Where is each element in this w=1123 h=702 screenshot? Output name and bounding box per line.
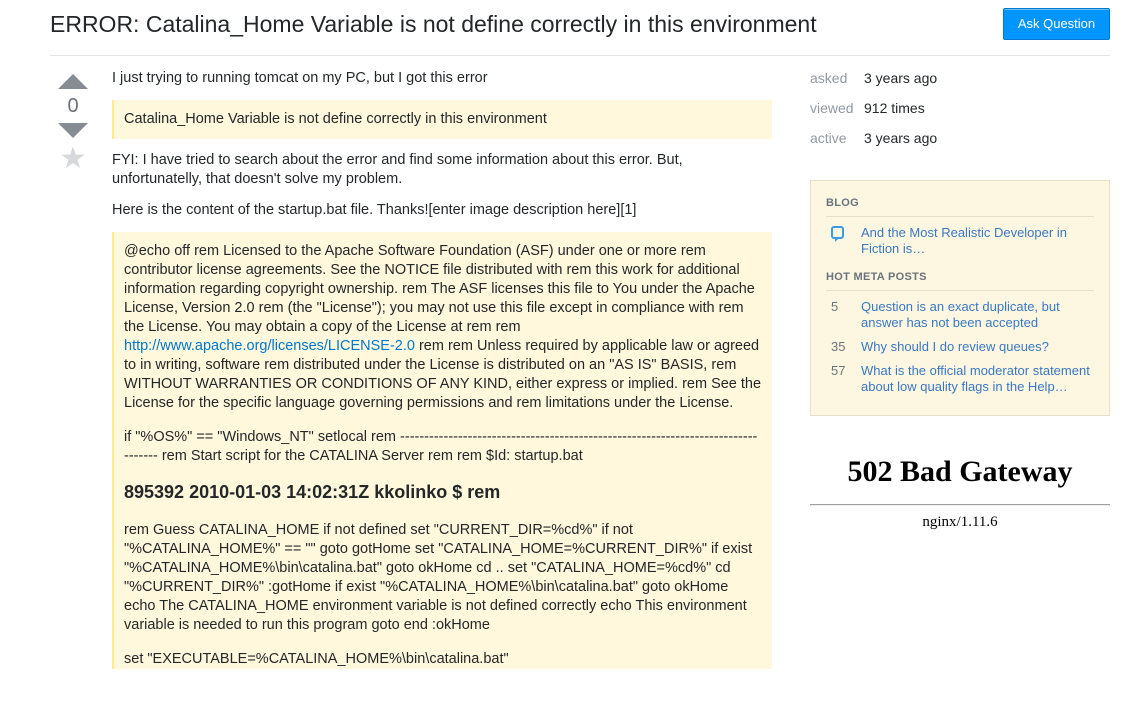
gateway-title: 502 Bad Gateway	[847, 455, 1073, 488]
post-fyi: FYI: I have tried to search about the er…	[112, 152, 683, 187]
meta-item-link[interactable]: Why should I do review queues?	[861, 339, 1049, 355]
ask-question-button[interactable]: Ask Question	[1003, 8, 1110, 40]
stat-value: 912 times	[864, 100, 925, 116]
executable-line: set "EXECUTABLE=%CATALINA_HOME%\bin\cata…	[124, 651, 509, 667]
stat-label: active	[810, 130, 847, 146]
meta-item: 57 What is the official moderator statem…	[826, 363, 1094, 395]
question-title[interactable]: ERROR: Catalina_Home Variable is not def…	[50, 11, 817, 38]
license-text-before: @echo off rem Licensed to the Apache Sof…	[124, 243, 755, 335]
meta-item-count: 35	[831, 339, 846, 354]
arrow-down-icon[interactable]	[58, 123, 88, 138]
meta-header: HOT META POSTS	[826, 271, 1094, 291]
blog-header: BLOG	[826, 197, 1094, 217]
meta-item-link[interactable]: What is the official moderator statement…	[861, 363, 1094, 395]
stat-asked: asked 3 years ago	[810, 69, 1110, 99]
vote-cell: 0 ★	[58, 74, 88, 174]
error-quote-text: Catalina_Home Variable is not define cor…	[124, 111, 547, 127]
blog-link[interactable]: And the Most Realistic Developer in Fict…	[861, 225, 1094, 257]
error-quote: Catalina_Home Variable is not define cor…	[112, 100, 772, 139]
if-line: if "%OS%" == "Windows_NT" setlocal rem -…	[124, 429, 758, 464]
blog-bubble-icon	[831, 226, 844, 242]
post-body: I just trying to running tomcat on my PC…	[112, 69, 772, 684]
stat-active: active 3 years ago	[810, 129, 1110, 159]
post-intro: I just trying to running tomcat on my PC…	[112, 70, 488, 86]
stat-value[interactable]: 3 years ago	[864, 129, 937, 159]
license-paragraph: @echo off rem Licensed to the Apache Sof…	[124, 242, 762, 413]
meta-item: 5 Question is an exact duplicate, but an…	[826, 299, 1094, 331]
license-link[interactable]: http://www.apache.org/licenses/LICENSE-2…	[124, 338, 415, 354]
vote-count: 0	[67, 95, 79, 117]
gateway-server: nginx/1.11.6	[922, 514, 998, 530]
stat-label: viewed	[810, 100, 854, 116]
sidebar: asked 3 years ago viewed 912 times activ…	[810, 69, 1110, 159]
post-content-line: Here is the content of the startup.bat f…	[112, 202, 637, 218]
star-icon[interactable]: ★	[58, 144, 88, 174]
guess-block: rem Guess CATALINA_HOME if not defined s…	[124, 522, 753, 633]
code-heading: 895392 2010-01-03 14:02:31Z kkolinko $ r…	[124, 482, 501, 502]
question-stats: asked 3 years ago viewed 912 times activ…	[810, 69, 1110, 159]
stat-label: asked	[810, 70, 848, 86]
gateway-divider	[810, 504, 1110, 506]
stat-value: 3 years ago	[864, 70, 938, 86]
bad-gateway-frame: 502 Bad Gateway nginx/1.11.6	[810, 452, 1110, 531]
blog-item: And the Most Realistic Developer in Fict…	[826, 225, 1094, 257]
question-header: ERROR: Catalina_Home Variable is not def…	[50, 0, 1110, 56]
arrow-up-icon[interactable]	[58, 74, 88, 89]
stat-viewed: viewed 912 times	[810, 99, 1110, 129]
meta-item-count: 57	[831, 363, 846, 378]
meta-item-count: 5	[831, 299, 839, 314]
community-bulletin: BLOG And the Most Realistic Developer in…	[810, 180, 1110, 416]
meta-item: 35 Why should I do review queues?	[826, 339, 1094, 355]
code-quote: @echo off rem Licensed to the Apache Sof…	[112, 232, 772, 669]
meta-item-link[interactable]: Question is an exact duplicate, but answ…	[861, 299, 1094, 331]
